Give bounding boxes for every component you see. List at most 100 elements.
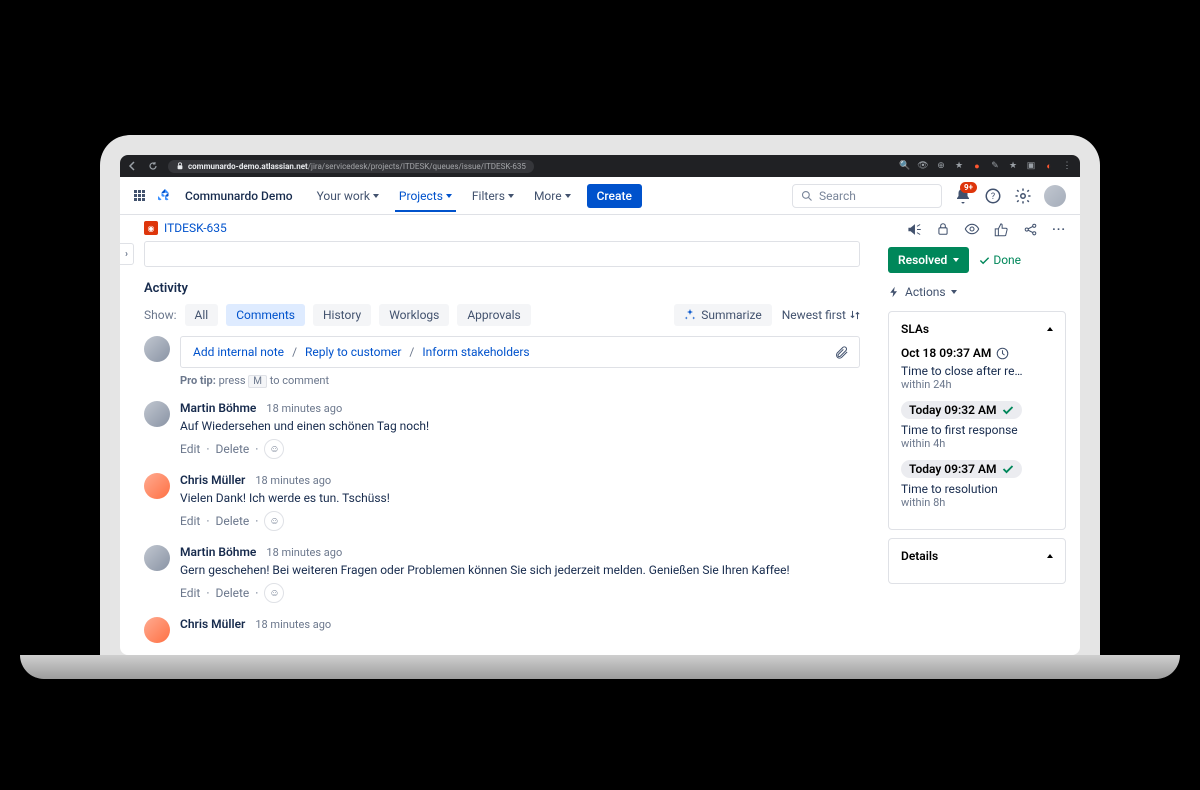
nav-item-your-work[interactable]: Your work xyxy=(313,181,383,211)
comment-author[interactable]: Martin Böhme xyxy=(180,545,256,559)
browser-back-icon[interactable] xyxy=(128,161,138,171)
lock-icon xyxy=(176,162,184,170)
activity-tab-all[interactable]: All xyxy=(185,304,219,326)
browser-url-field[interactable]: communardo-demo.atlassian.net/jira/servi… xyxy=(168,160,534,173)
settings-icon[interactable] xyxy=(1014,187,1032,205)
activity-tab-approvals[interactable]: Approvals xyxy=(457,304,530,326)
create-button[interactable]: Create xyxy=(587,184,642,208)
issue-type-icon: ◉ xyxy=(144,221,158,235)
comment-avatar xyxy=(144,401,170,427)
feedback-icon[interactable] xyxy=(907,222,922,237)
browser-reload-icon[interactable] xyxy=(148,161,158,171)
inform-stakeholders-link[interactable]: Inform stakeholders xyxy=(422,345,529,359)
comment-time: 18 minutes ago xyxy=(266,402,342,415)
ext-icon[interactable]: ▣ xyxy=(1026,161,1036,171)
activity-tab-comments[interactable]: Comments xyxy=(226,304,305,326)
activity-tab-history[interactable]: History xyxy=(313,304,371,326)
comment-avatar xyxy=(144,545,170,571)
comment-text: Auf Wiedersehen und einen schönen Tag no… xyxy=(180,419,860,433)
svg-text:?: ? xyxy=(991,192,995,202)
sort-button[interactable]: Newest first xyxy=(782,308,860,322)
sidebar-expand-icon[interactable]: › xyxy=(120,243,134,265)
delete-link[interactable]: Delete xyxy=(215,442,249,456)
ext-icon[interactable]: ★ xyxy=(1008,161,1018,171)
check-icon xyxy=(1002,463,1014,475)
notifications-icon[interactable]: 9+ xyxy=(954,187,972,205)
bolt-icon xyxy=(888,286,900,298)
comment-time: 18 minutes ago xyxy=(255,618,331,631)
comment-author[interactable]: Chris Müller xyxy=(180,617,245,631)
issue-title-field[interactable] xyxy=(144,241,860,267)
sparkle-icon xyxy=(684,309,696,321)
ext-icon[interactable]: 🔍 xyxy=(900,161,910,171)
browser-bar: communardo-demo.atlassian.net/jira/servi… xyxy=(120,155,1080,177)
sla-item: Oct 18 09:37 AMTime to close after re…wi… xyxy=(901,346,1053,391)
edit-link[interactable]: Edit xyxy=(180,586,200,600)
nav-item-filters[interactable]: Filters xyxy=(468,181,518,211)
details-panel-header[interactable]: Details xyxy=(901,549,1053,563)
comment: Chris Müller18 minutes agoVielen Dank! I… xyxy=(144,473,860,531)
details-panel: Details xyxy=(888,538,1066,584)
edit-link[interactable]: Edit xyxy=(180,442,200,456)
comment-compose-box[interactable]: Add internal note / Reply to customer / … xyxy=(180,336,860,368)
comment-avatar xyxy=(144,473,170,499)
done-label: Done xyxy=(979,253,1021,267)
comment-time: 18 minutes ago xyxy=(266,546,342,559)
delete-link[interactable]: Delete xyxy=(215,586,249,600)
current-user-avatar xyxy=(144,336,170,362)
slas-panel-header[interactable]: SLAs xyxy=(901,322,1053,336)
ext-icon[interactable]: ◐ xyxy=(1044,161,1054,171)
comment: Chris Müller 18 minutes ago xyxy=(144,617,860,643)
actions-dropdown[interactable]: Actions xyxy=(888,283,1066,301)
lock-icon[interactable] xyxy=(936,222,950,236)
issue-key-link[interactable]: ITDESK-635 xyxy=(164,221,227,235)
reply-to-customer-link[interactable]: Reply to customer xyxy=(305,345,401,359)
main-content: ◉ ITDESK-635 Activity Show: AllCommentsH… xyxy=(120,215,880,655)
pro-tip: Pro tip: press M to comment xyxy=(180,374,860,387)
summarize-button[interactable]: Summarize xyxy=(674,304,772,326)
comment-text: Gern geschehen! Bei weiteren Fragen oder… xyxy=(180,563,860,577)
attachment-icon[interactable] xyxy=(834,345,849,360)
profile-avatar[interactable] xyxy=(1044,185,1066,207)
comment: Martin Böhme 18 minutes ago Gern geschehen… xyxy=(144,545,860,603)
comment-author[interactable]: Chris Müller xyxy=(180,473,245,487)
slas-panel: SLAs Oct 18 09:37 AMTime to close after … xyxy=(888,311,1066,530)
url-host: communardo-demo.atlassian.net xyxy=(188,162,308,171)
help-icon[interactable]: ? xyxy=(984,187,1002,205)
clock-icon xyxy=(996,347,1009,360)
add-internal-note-link[interactable]: Add internal note xyxy=(193,345,284,359)
comment-avatar xyxy=(144,617,170,643)
add-reaction-icon[interactable]: ☺ xyxy=(264,511,284,531)
ext-icon[interactable]: ● xyxy=(972,161,982,171)
search-input[interactable]: Search xyxy=(792,184,942,208)
thumbs-up-icon[interactable] xyxy=(994,222,1009,237)
more-icon[interactable]: ··· xyxy=(1052,222,1066,236)
watch-icon[interactable] xyxy=(964,221,980,237)
ext-icon[interactable]: ✎ xyxy=(990,161,1000,171)
nav-item-projects[interactable]: Projects xyxy=(395,181,456,211)
share-icon[interactable] xyxy=(1023,222,1038,237)
ext-icon[interactable]: ⊕ xyxy=(936,161,946,171)
sort-icon xyxy=(850,310,860,320)
app-switcher-icon[interactable] xyxy=(134,190,145,201)
delete-link[interactable]: Delete xyxy=(215,514,249,528)
comment-author[interactable]: Martin Böhme xyxy=(180,401,256,415)
ext-icon[interactable]: ★ xyxy=(954,161,964,171)
notification-badge: 9+ xyxy=(960,182,977,193)
url-path: /jira/servicedesk/projects/ITDESK/queues… xyxy=(308,162,526,171)
comment: Martin Böhme 18 minutes ago Auf Wiedersehe… xyxy=(144,401,860,459)
edit-link[interactable]: Edit xyxy=(180,514,200,528)
add-reaction-icon[interactable]: ☺ xyxy=(264,583,284,603)
site-name[interactable]: Communardo Demo xyxy=(185,189,293,203)
add-reaction-icon[interactable]: ☺ xyxy=(264,439,284,459)
activity-tab-worklogs[interactable]: Worklogs xyxy=(379,304,449,326)
show-label: Show: xyxy=(144,308,177,322)
jira-logo-icon[interactable] xyxy=(157,188,173,204)
status-button[interactable]: Resolved xyxy=(888,247,969,273)
browser-menu-icon[interactable]: ⋮ xyxy=(1062,161,1072,171)
issue-sidebar: ··· Resolved Done Actions SLAs xyxy=(880,215,1080,655)
top-navigation: Communardo Demo Your work Projects Filters… xyxy=(120,177,1080,215)
nav-item-more[interactable]: More xyxy=(530,181,575,211)
ext-icon[interactable]: 👁 xyxy=(918,161,928,171)
sla-item: Today 09:37 AMTime to resolutionwithin 8… xyxy=(901,460,1053,509)
